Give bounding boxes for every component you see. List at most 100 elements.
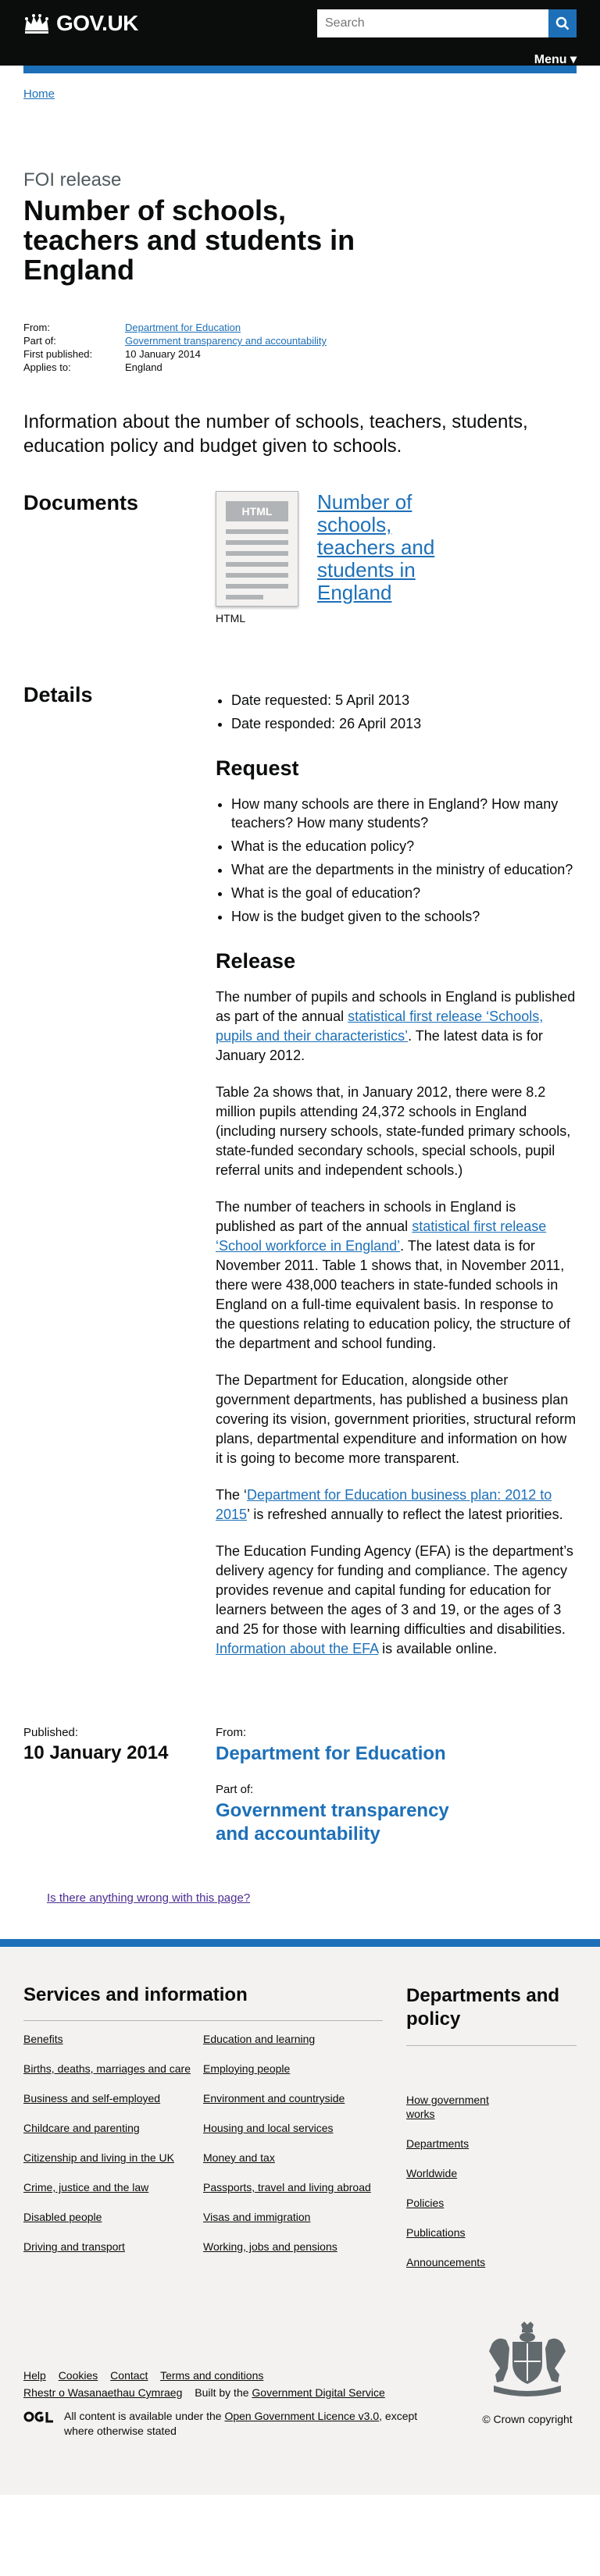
- list-item: Date responded: 26 April 2013: [231, 714, 577, 733]
- list-item: What is the goal of education?: [231, 884, 577, 902]
- meta-row-from: From: Department for Education: [23, 321, 577, 334]
- release-paragraph: The number of teachers in schools in Eng…: [216, 1199, 570, 1351]
- services-column-2: Education and learning Employing people …: [203, 2032, 383, 2269]
- gds-link[interactable]: Government Digital Service: [252, 2386, 384, 2399]
- request-list: How many schools are there in England? H…: [216, 795, 577, 926]
- release-paragraph: The ‘Department for Education business p…: [216, 1487, 563, 1522]
- footer-link[interactable]: Policies: [406, 2196, 508, 2210]
- footer-link[interactable]: Driving and transport: [23, 2240, 191, 2254]
- list-item: Date requested: 5 April 2013: [231, 691, 577, 710]
- footer-link[interactable]: Benefits: [23, 2032, 191, 2046]
- crown-copyright: © Crown copyright: [478, 2320, 577, 2425]
- report-problem-link[interactable]: Is there anything wrong with this page?: [47, 1891, 250, 1905]
- document-type-label: HTML: [216, 612, 246, 624]
- footer-link[interactable]: Disabled people: [23, 2210, 191, 2224]
- meta-part-of-link[interactable]: Government transparency and accountabili…: [125, 334, 327, 347]
- release-paragraph: The number of pupils and schools in Engl…: [216, 989, 576, 1063]
- contact-link[interactable]: Contact: [110, 2369, 148, 2382]
- from-organisation-link[interactable]: Department for Education: [216, 1742, 466, 1766]
- search-form: [317, 9, 577, 37]
- cookies-link[interactable]: Cookies: [59, 2369, 98, 2382]
- page-title: Number of schools, teachers and students…: [23, 194, 355, 286]
- footer-link[interactable]: Worldwide: [406, 2166, 508, 2180]
- header-blue-bar: [23, 66, 577, 73]
- departments-section: Departments and policy How government wo…: [406, 1984, 577, 2285]
- from-label: From:: [216, 1726, 247, 1739]
- footer-link[interactable]: Publications: [406, 2226, 508, 2240]
- search-button[interactable]: [548, 9, 577, 37]
- ogl-link[interactable]: Open Government Licence v3.0: [224, 2410, 379, 2422]
- list-item: How many schools are there in England? H…: [231, 795, 577, 832]
- meta-key: First published:: [23, 348, 93, 360]
- logo-text: GOV.UK: [56, 11, 138, 35]
- licence-notice: All content is available under the Open …: [23, 2409, 439, 2439]
- footer-link[interactable]: Citizenship and living in the UK: [23, 2151, 191, 2165]
- metadata: From: Department for Education Part of: …: [23, 321, 577, 374]
- part-of-collection-link[interactable]: Government transparency and accountabili…: [216, 1799, 466, 1846]
- published-label: Published:: [23, 1726, 79, 1739]
- crown-icon: [25, 14, 48, 34]
- footer-blue-bar: [0, 1939, 600, 1947]
- services-column-1: Benefits Births, deaths, marriages and c…: [23, 2032, 203, 2269]
- footer-link[interactable]: Crime, justice and the law: [23, 2180, 191, 2194]
- departments-heading: Departments and policy: [406, 1985, 560, 2030]
- govuk-logo[interactable]: GOV.UK: [23, 11, 138, 36]
- footer-link[interactable]: Departments: [406, 2137, 508, 2151]
- release-heading: Release: [216, 949, 296, 973]
- document-thumbnail[interactable]: HTML: [216, 491, 298, 607]
- footer-link[interactable]: How government works: [406, 2093, 508, 2121]
- list-item: What is the education policy?: [231, 837, 577, 856]
- list-item: What are the departments in the ministry…: [231, 860, 577, 879]
- services-heading: Services and information: [23, 1984, 248, 2005]
- breadcrumb: Home: [23, 87, 577, 101]
- details-heading: Details: [23, 683, 93, 706]
- support-links: Help Cookies Contact Terms and condition…: [23, 2367, 395, 2401]
- details-section: Details Date requested: 5 April 2013 Dat…: [23, 683, 577, 1676]
- search-input[interactable]: [317, 9, 548, 37]
- report-problem: Is there anything wrong with this page?: [47, 1891, 600, 1905]
- royal-coat-of-arms-icon: [489, 2322, 566, 2396]
- document-type: FOI release: [23, 169, 122, 190]
- footer-link[interactable]: Environment and countryside: [203, 2091, 371, 2105]
- footer-link[interactable]: Passports, travel and living abroad: [203, 2180, 371, 2194]
- page-description: Information about the number of schools,…: [23, 411, 528, 457]
- footer-link[interactable]: Education and learning: [203, 2032, 371, 2046]
- efa-info-link[interactable]: Information about the EFA: [216, 1641, 378, 1656]
- ogl-logo-icon: [23, 2411, 53, 2423]
- footer-link[interactable]: Housing and local services: [203, 2121, 371, 2135]
- breadcrumb-home[interactable]: Home: [23, 87, 55, 101]
- meta-key: Applies to:: [23, 361, 71, 373]
- meta-applies-value: England: [125, 361, 162, 373]
- menu-toggle[interactable]: Menu ▾: [534, 52, 577, 67]
- footer-link[interactable]: Business and self-employed: [23, 2091, 191, 2105]
- services-section: Services and information Benefits Births…: [23, 1984, 383, 2269]
- footer-link[interactable]: Childcare and parenting: [23, 2121, 191, 2135]
- terms-link[interactable]: Terms and conditions: [160, 2369, 263, 2382]
- welsh-services-link[interactable]: Rhestr o Wasanaethau Cymraeg: [23, 2386, 182, 2399]
- thumbnail-tag: HTML: [226, 501, 288, 521]
- footer-link[interactable]: Working, jobs and pensions: [203, 2240, 371, 2254]
- meta-key: From:: [23, 322, 50, 333]
- list-item: How is the budget given to the schools?: [231, 907, 577, 926]
- help-link[interactable]: Help: [23, 2369, 46, 2382]
- request-heading: Request: [216, 756, 299, 780]
- part-of-label: Part of:: [216, 1783, 254, 1796]
- meta-row-applies: Applies to: England: [23, 361, 577, 374]
- search-icon: [555, 16, 570, 30]
- dates-list: Date requested: 5 April 2013 Date respon…: [216, 691, 577, 733]
- meta-row-part-of: Part of: Government transparency and acc…: [23, 334, 577, 347]
- meta-key: Part of:: [23, 335, 56, 347]
- site-footer: Services and information Benefits Births…: [0, 1947, 600, 2495]
- footer-link[interactable]: Employing people: [203, 2062, 371, 2076]
- documents-heading: Documents: [23, 491, 139, 514]
- meta-row-published: First published: 10 January 2014: [23, 347, 577, 361]
- meta-from-link[interactable]: Department for Education: [125, 321, 241, 334]
- footer-link[interactable]: Money and tax: [203, 2151, 371, 2165]
- footer-link[interactable]: Visas and immigration: [203, 2210, 371, 2224]
- footer-link[interactable]: Births, deaths, marriages and care: [23, 2062, 191, 2076]
- published-summary: Published: 10 January 2014 From: Departm…: [23, 1726, 577, 1846]
- release-paragraph: The Department for Education, alongside …: [216, 1372, 577, 1466]
- published-date: 10 January 2014: [23, 1742, 169, 1763]
- footer-link[interactable]: Announcements: [406, 2255, 508, 2269]
- meta-published-value: 10 January 2014: [125, 348, 201, 360]
